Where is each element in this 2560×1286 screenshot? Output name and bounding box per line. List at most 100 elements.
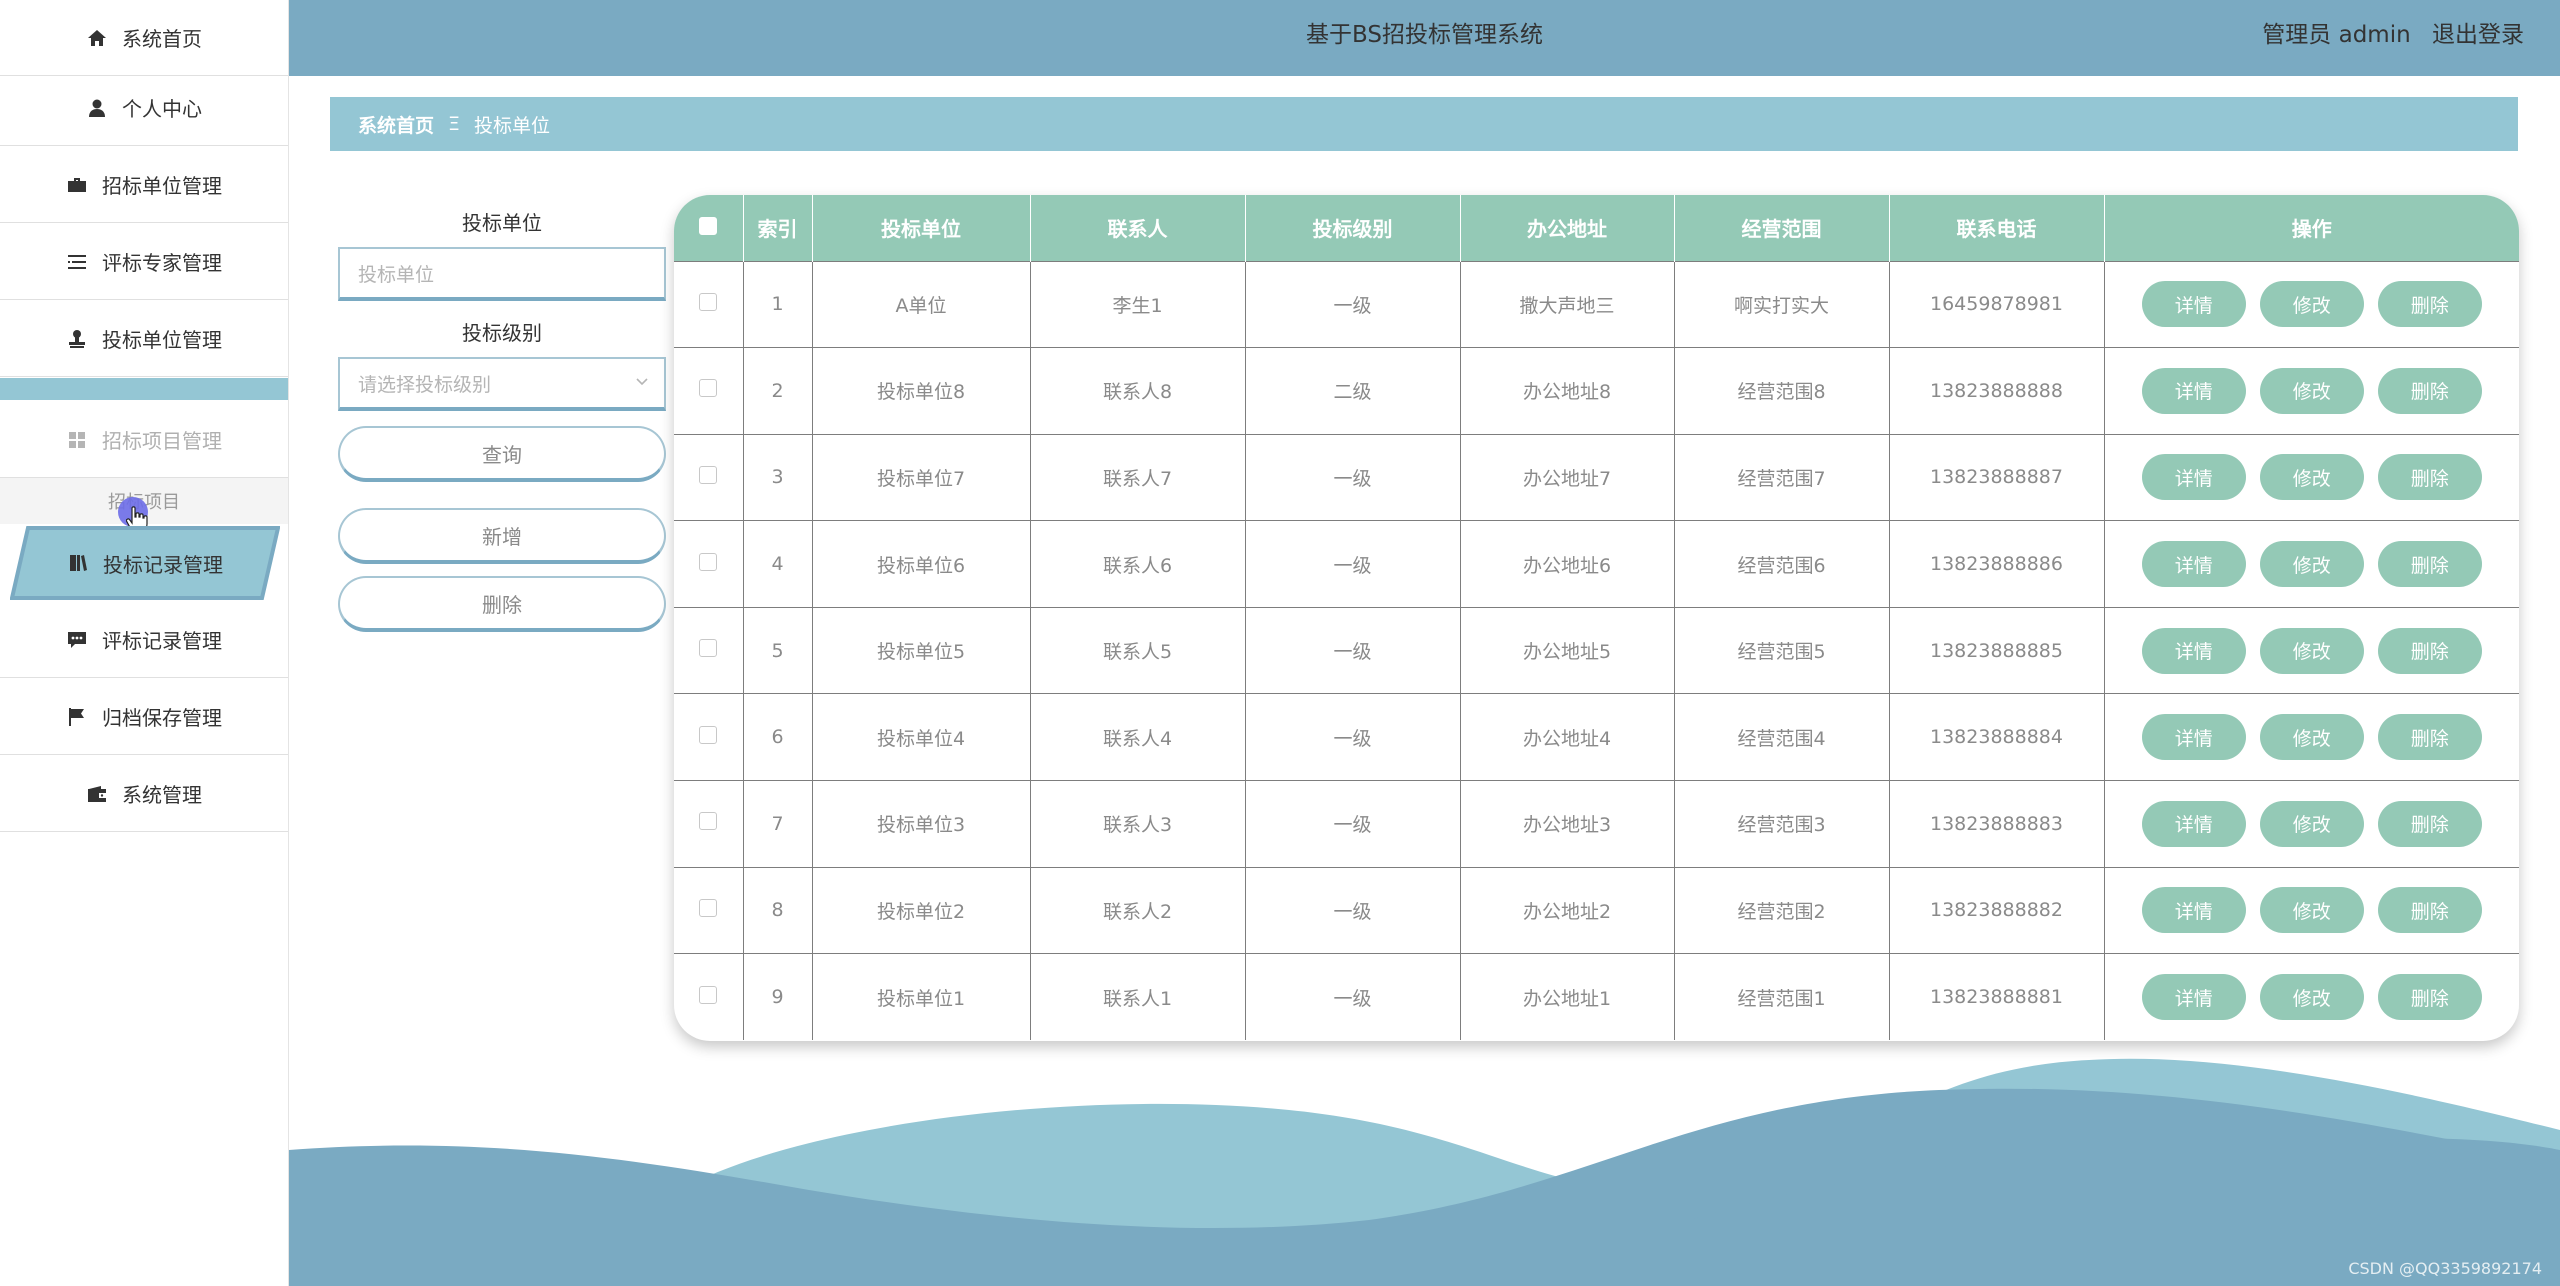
detail-button[interactable]: 详情 [2141, 974, 2246, 1021]
detail-button[interactable]: 详情 [2141, 800, 2246, 847]
batch-delete-button[interactable]: 删除 [338, 576, 666, 632]
actions-cell: 详情 修改 删除 [2104, 261, 2519, 348]
table-row: 3 投标单位7 联系人7 一级 办公地址7 经营范围7 13823888887 详情 修改 删除 [674, 434, 2519, 521]
actions-cell: 详情 修改 删除 [2104, 521, 2519, 608]
detail-button[interactable]: 详情 [2141, 714, 2246, 761]
sidebar-item-expert[interactable]: 评标专家管理 [0, 224, 288, 300]
sidebar-item-bidder-unit[interactable]: 投标单位管理 [0, 301, 288, 377]
index-cell: 5 [743, 607, 813, 694]
sidebar-item-tender-project[interactable]: 招标项目管理 [0, 402, 288, 478]
row-checkbox[interactable] [699, 465, 718, 484]
detail-button[interactable]: 详情 [2141, 281, 2246, 328]
wallet-icon [86, 783, 108, 805]
address-cell: 办公地址1 [1460, 953, 1675, 1041]
row-checkbox[interactable] [699, 379, 718, 398]
row-checkbox[interactable] [699, 639, 718, 658]
table-row: 7 投标单位3 联系人3 一级 办公地址3 经营范围3 13823888883 详情 修改 删除 [674, 780, 2519, 868]
row-checkbox[interactable] [699, 292, 718, 311]
index-cell: 3 [743, 434, 813, 521]
chevron-down-icon [636, 378, 648, 386]
delete-button[interactable]: 删除 [2377, 887, 2482, 934]
edit-button[interactable]: 修改 [2259, 454, 2364, 501]
phone-cell: 13823888881 [1889, 953, 2105, 1041]
column-header-actions: 操作 [2291, 217, 2332, 242]
edit-button[interactable]: 修改 [2259, 367, 2364, 414]
watermark: CSDN @QQ3359892174 [2348, 1259, 2542, 1278]
index-cell: 4 [743, 520, 813, 608]
scope-cell: 经营范围6 [1674, 520, 1890, 608]
list-icon [66, 251, 88, 273]
unit-cell: 投标单位3 [812, 780, 1031, 868]
query-button[interactable]: 查询 [338, 426, 666, 482]
user-icon [86, 97, 108, 119]
delete-button[interactable]: 删除 [2377, 714, 2482, 761]
edit-button[interactable]: 修改 [2259, 627, 2364, 674]
sidebar-item-evaluation-record[interactable]: 评标记录管理 [0, 602, 288, 678]
logout-link[interactable]: 退出登录 [2432, 22, 2524, 48]
row-select-cell [674, 261, 744, 348]
detail-button[interactable]: 详情 [2141, 627, 2246, 674]
select-all-checkbox[interactable] [699, 216, 718, 235]
scope-cell: 经营范围8 [1674, 347, 1890, 435]
delete-button[interactable]: 删除 [2377, 627, 2482, 674]
level-select[interactable]: 请选择投标级别 [338, 357, 666, 411]
sidebar-item-label: 投标单位管理 [102, 328, 222, 352]
delete-button[interactable]: 删除 [2377, 367, 2482, 414]
delete-button[interactable]: 删除 [2377, 281, 2482, 328]
row-checkbox[interactable] [699, 812, 718, 831]
unit-cell: 投标单位6 [812, 520, 1031, 608]
unit-search-input[interactable]: 投标单位 [338, 247, 666, 301]
sidebar-item-system[interactable]: 系统管理 [0, 756, 288, 832]
sidebar-item-archive[interactable]: 归档保存管理 [0, 679, 288, 755]
row-checkbox[interactable] [699, 725, 718, 744]
table-header-row: 索引 投标单位 联系人 投标级别 办公地址 经营范围 联系电话 操作 [674, 195, 2519, 261]
edit-button[interactable]: 修改 [2259, 541, 2364, 588]
delete-button[interactable]: 删除 [2377, 454, 2482, 501]
decorative-waves [289, 1058, 2560, 1286]
level-cell: 一级 [1245, 867, 1461, 954]
sidebar-item-label: 系统管理 [122, 783, 202, 807]
system-title: 基于BS招投标管理系统 [1306, 22, 1543, 48]
detail-button[interactable]: 详情 [2141, 367, 2246, 414]
address-cell: 办公地址3 [1460, 780, 1675, 868]
sidebar-item-label: 招标项目管理 [102, 429, 222, 453]
edit-button[interactable]: 修改 [2259, 714, 2364, 761]
sidebar-item-tender-unit[interactable]: 招标单位管理 [0, 147, 288, 223]
sidebar-item-personal-center[interactable]: 个人中心 [0, 70, 288, 146]
edit-button[interactable]: 修改 [2259, 974, 2364, 1021]
edit-button[interactable]: 修改 [2259, 281, 2364, 328]
edit-button[interactable]: 修改 [2259, 800, 2364, 847]
column-header-address: 办公地址 [1460, 195, 1675, 261]
address-cell: 办公地址2 [1460, 867, 1675, 954]
contact-cell: 联系人7 [1030, 434, 1246, 521]
detail-button[interactable]: 详情 [2141, 541, 2246, 588]
edit-button[interactable]: 修改 [2259, 887, 2364, 934]
row-checkbox[interactable] [699, 985, 718, 1004]
delete-button[interactable]: 删除 [2377, 974, 2482, 1021]
column-header-contact: 联系人 [1030, 195, 1246, 261]
row-select-cell [674, 780, 744, 868]
add-button[interactable]: 新增 [338, 508, 666, 564]
index-cell: 6 [743, 693, 813, 781]
breadcrumb: 系统首页 Ξ 投标单位 [330, 97, 2518, 151]
level-cell: 一级 [1245, 607, 1461, 694]
briefcase-icon [66, 174, 88, 196]
address-cell: 撒大声地三 [1460, 261, 1675, 348]
row-checkbox[interactable] [699, 898, 718, 917]
breadcrumb-home[interactable]: 系统首页 [358, 111, 434, 138]
row-select-cell [674, 520, 744, 608]
sidebar-item-home[interactable]: 系统首页 [0, 0, 288, 76]
index-cell: 8 [743, 867, 813, 954]
row-checkbox[interactable] [699, 552, 718, 571]
detail-button[interactable]: 详情 [2141, 887, 2246, 934]
address-cell: 办公地址8 [1460, 347, 1675, 435]
address-cell: 办公地址6 [1460, 520, 1675, 608]
delete-button[interactable]: 删除 [2377, 541, 2482, 588]
scope-cell: 啊实打实大 [1674, 261, 1890, 348]
top-header: 基于BS招投标管理系统 管理员 admin 退出登录 [289, 0, 2560, 76]
flag-icon [66, 706, 88, 728]
actions-cell: 详情 修改 删除 [2104, 607, 2519, 694]
delete-button[interactable]: 删除 [2377, 800, 2482, 847]
sidebar-item-bid-record[interactable]: 投标记录管理 [10, 526, 280, 600]
detail-button[interactable]: 详情 [2141, 454, 2246, 501]
